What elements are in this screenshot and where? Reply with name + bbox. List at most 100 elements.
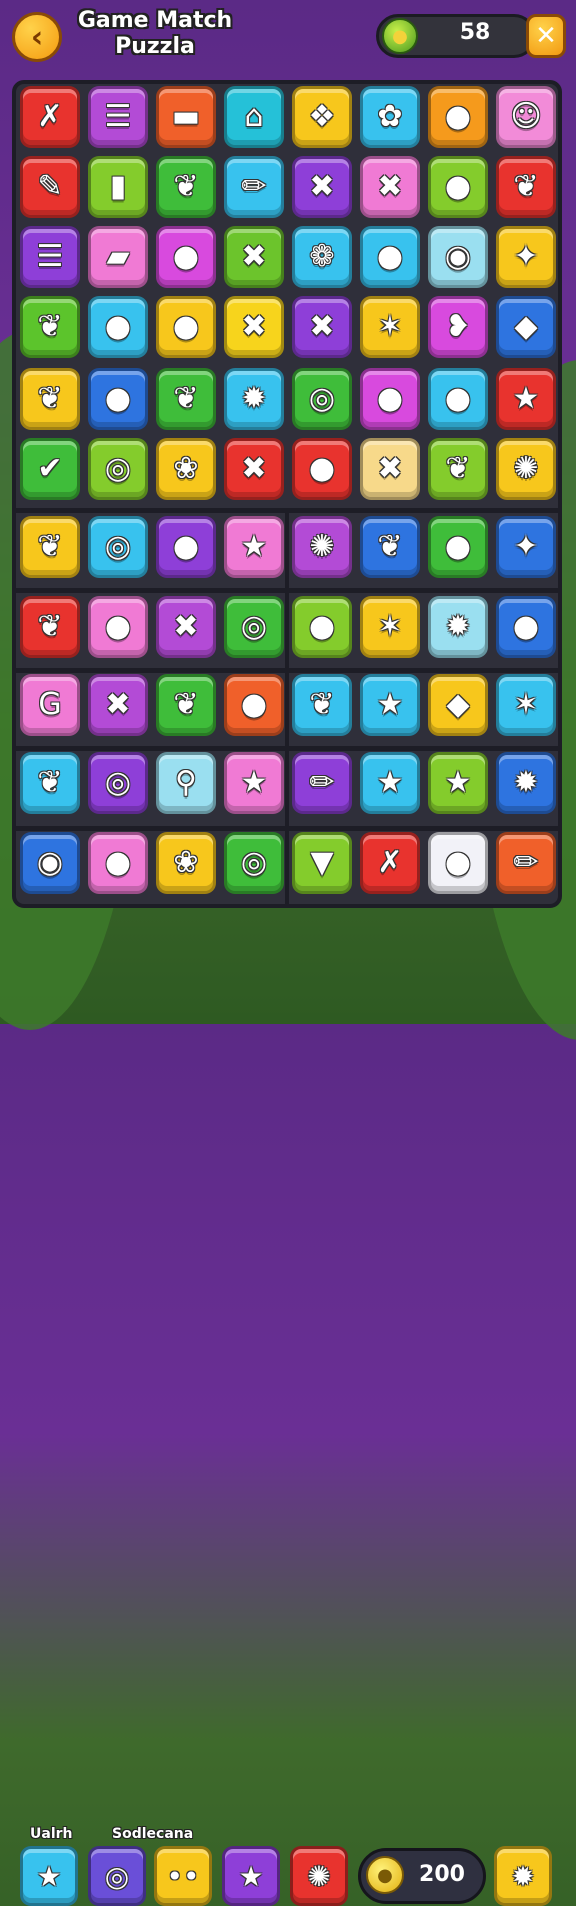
tile-r1-c4[interactable]: ⌂ [224,86,284,148]
tile-r7-c7[interactable]: ● [428,516,488,578]
tile-r5-c4[interactable]: ✹ [224,368,284,430]
tile-r4-c8[interactable]: ◆ [496,296,556,358]
tile-r6-c8[interactable]: ✺ [496,438,556,500]
tile-r2-c8[interactable]: ❦ [496,156,556,218]
powerup-button-1[interactable]: ★ [20,1846,78,1906]
star-icon: ★ [240,529,268,564]
tile-r6-c4[interactable]: ✖ [224,438,284,500]
tile-r9-c8[interactable]: ✶ [496,674,556,736]
powerup-button-4[interactable]: ★ [222,1846,280,1906]
tile-r8-c4[interactable]: ◎ [224,596,284,658]
tile-r2-c1[interactable]: ✎ [20,156,80,218]
tile-r6-c3[interactable]: ❀ [156,438,216,500]
tile-r8-c5[interactable]: ● [292,596,352,658]
tile-r9-c2[interactable]: ✖ [88,674,148,736]
splat-icon: ✺ [307,1859,331,1893]
tile-r6-c5[interactable]: ● [292,438,352,500]
tile-r5-c1[interactable]: ❦ [20,368,80,430]
tile-r10-c8[interactable]: ✹ [496,752,556,814]
tile-r10-c2[interactable]: ◎ [88,752,148,814]
leaf-icon: ❦ [37,765,63,800]
tile-r7-c5[interactable]: ✺ [292,516,352,578]
tile-r4-c5[interactable]: ✖ [292,296,352,358]
tile-r3-c8[interactable]: ✦ [496,226,556,288]
tile-r4-c7[interactable]: ❥ [428,296,488,358]
tile-r3-c7[interactable]: ◉ [428,226,488,288]
tile-r10-c1[interactable]: ❦ [20,752,80,814]
tile-r11-c7[interactable]: ● [428,832,488,894]
score-value: 200 [419,1862,465,1887]
tile-r9-c4[interactable]: ● [224,674,284,736]
powerup-button-3[interactable]: •• [154,1846,212,1906]
powerup-button-5[interactable]: ✺ [290,1846,348,1906]
tile-r11-c2[interactable]: ● [88,832,148,894]
tile-r4-c2[interactable]: ● [88,296,148,358]
tile-r2-c4[interactable]: ✏ [224,156,284,218]
tile-r5-c6[interactable]: ● [360,368,420,430]
tile-r11-c8[interactable]: ✏ [496,832,556,894]
tile-r1-c7[interactable]: ● [428,86,488,148]
tile-r4-c3[interactable]: ● [156,296,216,358]
tile-r1-c6[interactable]: ✿ [360,86,420,148]
tile-r1-c2[interactable]: ☰ [88,86,148,148]
tile-r7-c3[interactable]: ● [156,516,216,578]
tile-r6-c7[interactable]: ❦ [428,438,488,500]
powerup-button-2[interactable]: ◎ [88,1846,146,1906]
tile-r1-c5[interactable]: ❖ [292,86,352,148]
tile-r1-c8[interactable]: ☺ [496,86,556,148]
tile-r10-c6[interactable]: ★ [360,752,420,814]
tile-r11-c6[interactable]: ✗ [360,832,420,894]
tile-r11-c5[interactable]: ▼ [292,832,352,894]
tile-r10-c3[interactable]: ⚲ [156,752,216,814]
tile-r9-c3[interactable]: ❦ [156,674,216,736]
tile-r1-c1[interactable]: ✗ [20,86,80,148]
tile-r4-c1[interactable]: ❦ [20,296,80,358]
powerup-button-6[interactable]: ✹ [494,1846,552,1906]
tile-r7-c4[interactable]: ★ [224,516,284,578]
tile-r2-c5[interactable]: ✖ [292,156,352,218]
tile-r2-c6[interactable]: ✖ [360,156,420,218]
tile-r3-c3[interactable]: ● [156,226,216,288]
tile-r7-c6[interactable]: ❦ [360,516,420,578]
tile-r9-c6[interactable]: ★ [360,674,420,736]
tile-r7-c1[interactable]: ❦ [20,516,80,578]
tile-r11-c4[interactable]: ◎ [224,832,284,894]
tile-r3-c1[interactable]: ☰ [20,226,80,288]
tile-r9-c7[interactable]: ◆ [428,674,488,736]
tile-r3-c5[interactable]: ❁ [292,226,352,288]
tile-r8-c7[interactable]: ✹ [428,596,488,658]
tile-r8-c6[interactable]: ✶ [360,596,420,658]
tile-r6-c6[interactable]: ✖ [360,438,420,500]
tile-r3-c4[interactable]: ✖ [224,226,284,288]
tile-r6-c1[interactable]: ✔ [20,438,80,500]
tile-r8-c3[interactable]: ✖ [156,596,216,658]
back-button[interactable]: ‹ [12,12,62,62]
tile-r11-c1[interactable]: ◉ [20,832,80,894]
tile-r3-c2[interactable]: ▰ [88,226,148,288]
tile-r2-c7[interactable]: ● [428,156,488,218]
tile-r8-c2[interactable]: ● [88,596,148,658]
tile-r3-c6[interactable]: ● [360,226,420,288]
tile-r5-c3[interactable]: ❦ [156,368,216,430]
tile-r7-c2[interactable]: ◎ [88,516,148,578]
close-button[interactable]: ✕ [526,14,566,58]
tile-r6-c2[interactable]: ◎ [88,438,148,500]
tile-r9-c5[interactable]: ❦ [292,674,352,736]
tile-r5-c7[interactable]: ● [428,368,488,430]
tile-r10-c7[interactable]: ★ [428,752,488,814]
tile-r7-c8[interactable]: ✦ [496,516,556,578]
tile-r5-c2[interactable]: ● [88,368,148,430]
tile-r4-c6[interactable]: ✶ [360,296,420,358]
tile-r5-c8[interactable]: ★ [496,368,556,430]
tile-r8-c1[interactable]: ❦ [20,596,80,658]
tile-r1-c3[interactable]: ▬ [156,86,216,148]
tile-r10-c5[interactable]: ✏ [292,752,352,814]
tile-r2-c2[interactable]: ▮ [88,156,148,218]
tile-r2-c3[interactable]: ❦ [156,156,216,218]
tile-r9-c1[interactable]: G [20,674,80,736]
tile-r10-c4[interactable]: ★ [224,752,284,814]
tile-r4-c4[interactable]: ✖ [224,296,284,358]
tile-r5-c5[interactable]: ◎ [292,368,352,430]
tile-r8-c8[interactable]: ● [496,596,556,658]
tile-r11-c3[interactable]: ❀ [156,832,216,894]
